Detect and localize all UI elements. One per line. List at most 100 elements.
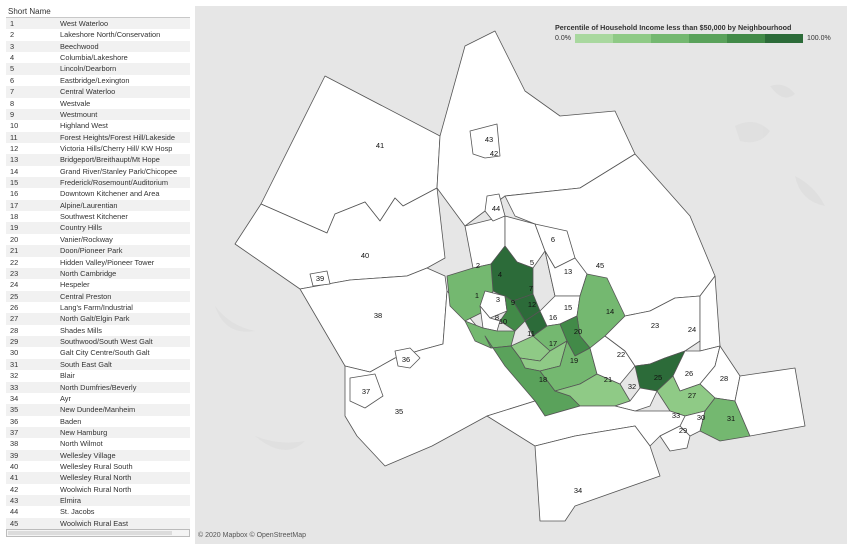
legend-row[interactable]: 28 Shades Mills: [6, 325, 190, 336]
legend-row[interactable]: 15 Frederick/Rosemount/Auditorium: [6, 177, 190, 189]
legend-row[interactable]: 1 West Waterloo: [6, 18, 190, 30]
legend-row[interactable]: 31 South East Galt: [6, 358, 190, 371]
label-20: 20: [574, 327, 582, 336]
legend-row[interactable]: 5 Lincoln/Dearborn: [6, 63, 190, 75]
legend-row[interactable]: 39 Wellesley Village: [6, 449, 190, 462]
legend-row-name: Eastbridge/Lexington: [60, 75, 130, 85]
legend-row-name: Country Hills: [60, 223, 102, 233]
legend-row[interactable]: 10 Highland West: [6, 120, 190, 131]
legend-row[interactable]: 13 Bridgeport/Breithaupt/Mt Hope: [6, 154, 190, 166]
legend-row[interactable]: 23 North Cambridge: [6, 267, 190, 280]
label-36: 36: [402, 355, 410, 364]
legend-row[interactable]: 24 Hespeler: [6, 279, 190, 290]
label-38: 38: [374, 311, 382, 320]
legend-row-name: Hespeler: [60, 280, 90, 290]
label-9: 9: [511, 298, 515, 307]
legend-row-number: 34: [10, 393, 19, 403]
legend-row[interactable]: 14 Grand River/Stanley Park/Chicopee: [6, 166, 190, 177]
label-34: 34: [574, 486, 582, 495]
legend-row-name: South East Galt: [60, 359, 112, 369]
legend-row[interactable]: 25 Central Preston: [6, 290, 190, 302]
legend-row[interactable]: 45 Woolwich Rural East: [6, 517, 190, 530]
legend-row[interactable]: 2 Lakeshore North/Conservation: [6, 29, 190, 40]
legend-row[interactable]: 35 New Dundee/Manheim: [6, 404, 190, 416]
legend-row-name: North Dumfries/Beverly: [60, 382, 137, 392]
legend-row[interactable]: 11 Forest Heights/Forest Hill/Lakeside: [6, 131, 190, 143]
legend-row[interactable]: 38 North Wilmot: [6, 438, 190, 449]
legend-row[interactable]: 40 Wellesley Rural South: [6, 461, 190, 472]
legend-row-number: 20: [10, 234, 19, 244]
legend-row[interactable]: 19 Country Hills: [6, 222, 190, 234]
region-east-extension[interactable]: [734, 367, 806, 437]
legend-row-number: 17: [10, 200, 19, 210]
legend-row[interactable]: 22 Hidden Valley/Pioneer Tower: [6, 257, 190, 268]
horizontal-scrollbar[interactable]: [6, 529, 190, 537]
label-28: 28: [720, 374, 728, 383]
label-21: 21: [604, 375, 612, 384]
label-33: 33: [672, 411, 680, 420]
legend-row[interactable]: 32 Blair: [6, 370, 190, 381]
legend-row[interactable]: 9 Westmount: [6, 108, 190, 121]
legend-row-name: Galt City Centre/South Galt: [60, 348, 150, 358]
label-1: 1: [475, 291, 479, 300]
legend-row-name: Wellesley Rural North: [60, 473, 132, 483]
label-18: 18: [539, 375, 547, 384]
legend-row[interactable]: 41 Wellesley Rural North: [6, 472, 190, 484]
legend-row-name: Alpine/Laurentian: [60, 200, 118, 210]
legend-row-number: 27: [10, 314, 19, 324]
choropleth-map[interactable]: 41 40 39 38 37 36 35 43 42 44 2 5 6 45 1…: [195, 6, 847, 544]
legend-row[interactable]: 42 Woolwich Rural North: [6, 484, 190, 495]
label-37: 37: [362, 387, 370, 396]
color-legend-step-6: [764, 34, 803, 43]
legend-row-name: Central Waterloo: [60, 87, 116, 97]
legend-row[interactable]: 33 North Dumfries/Beverly: [6, 381, 190, 393]
legend-row-name: Frederick/Rosemount/Auditorium: [60, 178, 169, 188]
legend-row[interactable]: 4 Columbia/Lakeshore: [6, 52, 190, 63]
legend-row[interactable]: 34 Ayr: [6, 393, 190, 404]
legend-row-name: Wellesley Rural South: [60, 462, 133, 472]
label-42: 42: [490, 149, 498, 158]
legend-row[interactable]: 20 Vanier/Rockway: [6, 234, 190, 245]
legend-row[interactable]: 36 Baden: [6, 416, 190, 427]
legend-row[interactable]: 29 Southwood/South West Galt: [6, 336, 190, 348]
legend-row-number: 16: [10, 189, 19, 199]
label-41: 41: [376, 141, 384, 150]
legend-row-number: 39: [10, 450, 19, 460]
legend-row-name: North Galt/Elgin Park: [60, 314, 130, 324]
legend-row[interactable]: 17 Alpine/Laurentian: [6, 199, 190, 212]
map-view[interactable]: 41 40 39 38 37 36 35 43 42 44 2 5 6 45 1…: [195, 6, 847, 544]
legend-row-number: 7: [10, 87, 15, 97]
scrollbar-thumb[interactable]: [8, 531, 172, 535]
legend-row[interactable]: 8 Westvale: [6, 98, 190, 109]
legend-row[interactable]: 37 New Hamburg: [6, 426, 190, 439]
legend-row-number: 41: [10, 473, 19, 483]
legend-row[interactable]: 30 Galt City Centre/South Galt: [6, 347, 190, 358]
legend-row[interactable]: 21 Doon/Pioneer Park: [6, 245, 190, 257]
legend-row[interactable]: 16 Downtown Kitchener and Area: [6, 188, 190, 199]
label-31: 31: [727, 414, 735, 423]
map-attribution[interactable]: © 2020 Mapbox © OpenStreetMap: [198, 532, 306, 539]
legend-row[interactable]: 43 Elmira: [6, 495, 190, 507]
legend-row-name: New Dundee/Manheim: [60, 405, 136, 415]
legend-row[interactable]: 27 North Galt/Elgin Park: [6, 313, 190, 325]
legend-row[interactable]: 18 Southwest Kitchener: [6, 211, 190, 222]
legend-row[interactable]: 7 Central Waterloo: [6, 86, 190, 98]
legend-row[interactable]: 44 St. Jacobs: [6, 506, 190, 517]
label-40: 40: [361, 251, 369, 260]
legend-row-number: 23: [10, 268, 19, 278]
legend-row[interactable]: 3 Beechwood: [6, 40, 190, 53]
legend-row[interactable]: 26 Lang's Farm/Industrial: [6, 302, 190, 313]
legend-row-number: 6: [10, 75, 15, 85]
label-45: 45: [596, 261, 604, 270]
legend-row[interactable]: 6 Eastbridge/Lexington: [6, 75, 190, 86]
legend-row-name: Columbia/Lakeshore: [60, 53, 128, 63]
legend-row-name: Woolwich Rural East: [60, 518, 129, 528]
label-26: 26: [685, 369, 693, 378]
label-30: 30: [697, 413, 705, 422]
legend-row-number: 45: [10, 518, 19, 528]
legend-row-name: Bridgeport/Breithaupt/Mt Hope: [60, 155, 160, 165]
legend-row-number: 8: [10, 98, 15, 108]
color-legend-title: Percentile of Household Income less than…: [555, 23, 792, 32]
label-5: 5: [530, 258, 534, 267]
legend-row[interactable]: 12 Victoria Hills/Cherry Hill/ KW Hosp: [6, 143, 190, 154]
